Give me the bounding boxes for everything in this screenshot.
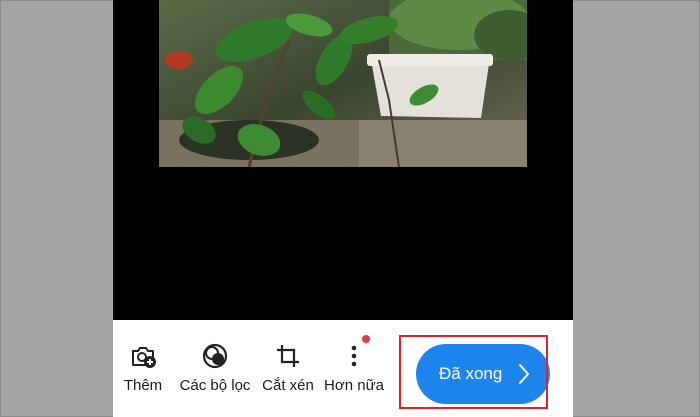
filters-button[interactable]: Các bộ lọc bbox=[177, 320, 253, 417]
add-label: Thêm bbox=[123, 377, 163, 394]
photo-preview[interactable] bbox=[159, 0, 527, 167]
crop-button[interactable]: Cắt xén bbox=[260, 320, 316, 417]
add-button[interactable]: Thêm bbox=[119, 320, 167, 417]
more-button[interactable]: Hơn nữa bbox=[323, 320, 385, 417]
filters-icon bbox=[201, 342, 229, 370]
crop-icon bbox=[274, 342, 302, 370]
filters-label: Các bộ lọc bbox=[179, 377, 251, 394]
notification-dot bbox=[362, 335, 370, 343]
crop-label: Cắt xén bbox=[262, 377, 314, 394]
more-label: Hơn nữa bbox=[324, 377, 384, 394]
add-photo-icon bbox=[129, 342, 157, 370]
highlight-box bbox=[399, 335, 548, 409]
more-vert-icon bbox=[340, 335, 370, 370]
plant-photo bbox=[159, 0, 527, 167]
